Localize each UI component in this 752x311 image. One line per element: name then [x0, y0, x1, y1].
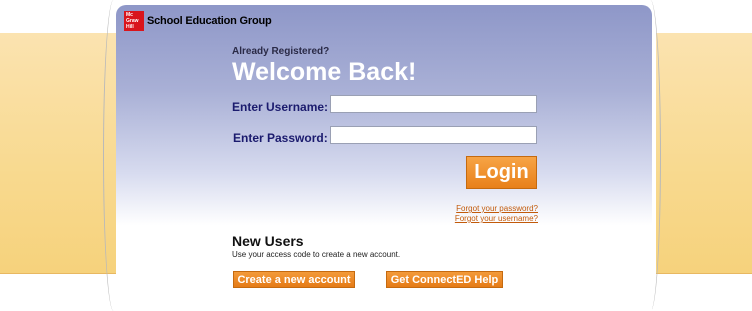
username-input[interactable] [330, 95, 537, 113]
new-users-description: Use your access code to create a new acc… [232, 250, 401, 259]
login-panel: Mc Graw Hill School Education Group Alre… [116, 5, 652, 311]
mcgraw-hill-logo: Mc Graw Hill [124, 11, 144, 31]
already-registered-text: Already Registered? [232, 46, 330, 57]
new-users-heading: New Users [232, 233, 304, 249]
forgot-password-link[interactable]: Forgot your password? [456, 204, 538, 213]
login-button[interactable]: Login [466, 156, 537, 189]
welcome-heading: Welcome Back! [232, 58, 417, 86]
username-label: Enter Username: [232, 100, 329, 114]
left-decorative-band [0, 33, 116, 274]
password-input[interactable] [330, 126, 537, 144]
create-account-button[interactable]: Create a new account [233, 271, 355, 288]
forgot-username-link[interactable]: Forgot your username? [455, 214, 538, 223]
brand-header: Mc Graw Hill School Education Group [124, 11, 272, 31]
right-decorative-band [656, 33, 752, 274]
brand-name: School Education Group [147, 15, 272, 27]
connected-help-button[interactable]: Get ConnectED Help [386, 271, 503, 288]
logo-line-3: Hill [126, 24, 134, 30]
password-label: Enter Password: [233, 131, 328, 145]
